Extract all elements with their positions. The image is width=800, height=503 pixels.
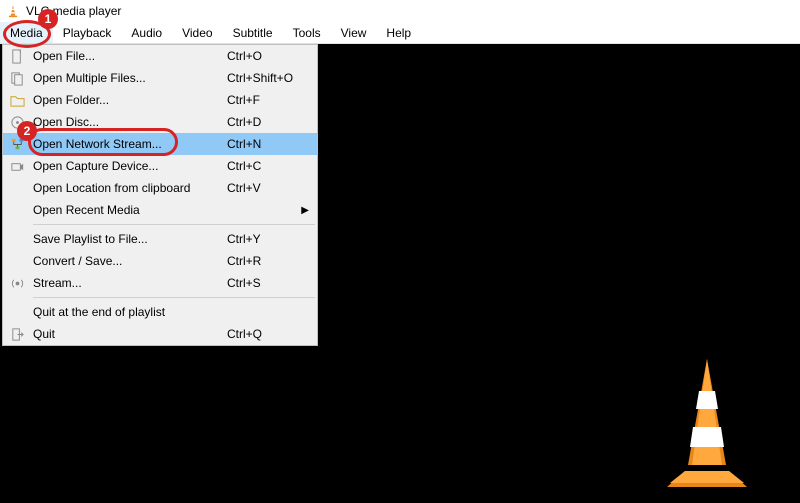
menu-separator (33, 224, 315, 225)
capture-icon (3, 159, 31, 174)
menu-subtitle[interactable]: Subtitle (223, 22, 283, 43)
file-icon (3, 49, 31, 64)
menu-open-network-stream[interactable]: Open Network Stream... Ctrl+N (3, 133, 317, 155)
vlc-logo-large (632, 353, 782, 493)
menu-tools[interactable]: Tools (283, 22, 331, 43)
menu-item-shortcut: Ctrl+V (227, 181, 317, 195)
disc-icon (3, 115, 31, 130)
folder-icon (3, 93, 31, 108)
menu-item-label: Save Playlist to File... (31, 232, 227, 246)
menu-help[interactable]: Help (376, 22, 421, 43)
menu-item-shortcut: Ctrl+Shift+O (227, 71, 317, 85)
menu-view[interactable]: View (331, 22, 377, 43)
menu-item-label: Convert / Save... (31, 254, 227, 268)
quit-icon (3, 327, 31, 342)
menu-item-label: Quit (31, 327, 227, 341)
menu-item-label: Open Network Stream... (31, 137, 227, 151)
menu-video[interactable]: Video (172, 22, 222, 43)
menu-stream[interactable]: Stream... Ctrl+S (3, 272, 317, 294)
menu-quit-end-playlist[interactable]: Quit at the end of playlist (3, 301, 317, 323)
menu-item-shortcut: Ctrl+Q (227, 327, 317, 341)
window-title: VLC media player (26, 4, 121, 18)
menu-convert-save[interactable]: Convert / Save... Ctrl+R (3, 250, 317, 272)
menu-item-shortcut: Ctrl+C (227, 159, 317, 173)
menubar: Media Playback Audio Video Subtitle Tool… (0, 22, 800, 44)
menu-quit[interactable]: Quit Ctrl+Q (3, 323, 317, 345)
menu-item-shortcut: Ctrl+Y (227, 232, 317, 246)
titlebar: VLC media player (0, 0, 800, 22)
network-icon (3, 137, 31, 152)
menu-open-location-clipboard[interactable]: Open Location from clipboard Ctrl+V (3, 177, 317, 199)
menu-open-capture-device[interactable]: Open Capture Device... Ctrl+C (3, 155, 317, 177)
menu-item-shortcut: Ctrl+F (227, 93, 317, 107)
menu-item-shortcut: Ctrl+N (227, 137, 317, 151)
menu-item-label: Open Location from clipboard (31, 181, 227, 195)
menu-item-label: Open File... (31, 49, 227, 63)
menu-item-shortcut: Ctrl+O (227, 49, 317, 63)
menu-playback[interactable]: Playback (53, 22, 122, 43)
menu-open-multiple-files[interactable]: Open Multiple Files... Ctrl+Shift+O (3, 67, 317, 89)
menu-media[interactable]: Media (0, 22, 53, 43)
stream-icon (3, 276, 31, 291)
menu-open-recent-media[interactable]: Open Recent Media ▶ (3, 199, 317, 221)
menu-item-shortcut: Ctrl+D (227, 115, 317, 129)
menu-item-label: Quit at the end of playlist (31, 305, 227, 319)
media-dropdown: Open File... Ctrl+O Open Multiple Files.… (2, 44, 318, 346)
menu-item-label: Stream... (31, 276, 227, 290)
menu-save-playlist[interactable]: Save Playlist to File... Ctrl+Y (3, 228, 317, 250)
menu-item-shortcut: Ctrl+R (227, 254, 317, 268)
menu-audio[interactable]: Audio (121, 22, 172, 43)
vlc-cone-icon (6, 4, 20, 18)
menu-open-folder[interactable]: Open Folder... Ctrl+F (3, 89, 317, 111)
menu-item-label: Open Recent Media (31, 203, 317, 217)
files-icon (3, 71, 31, 86)
menu-open-disc[interactable]: Open Disc... Ctrl+D (3, 111, 317, 133)
menu-separator (33, 297, 315, 298)
menu-item-label: Open Folder... (31, 93, 227, 107)
menu-open-file[interactable]: Open File... Ctrl+O (3, 45, 317, 67)
submenu-arrow-icon: ▶ (301, 205, 309, 216)
menu-item-label: Open Capture Device... (31, 159, 227, 173)
menu-item-shortcut: Ctrl+S (227, 276, 317, 290)
menu-item-label: Open Disc... (31, 115, 227, 129)
menu-item-label: Open Multiple Files... (31, 71, 227, 85)
